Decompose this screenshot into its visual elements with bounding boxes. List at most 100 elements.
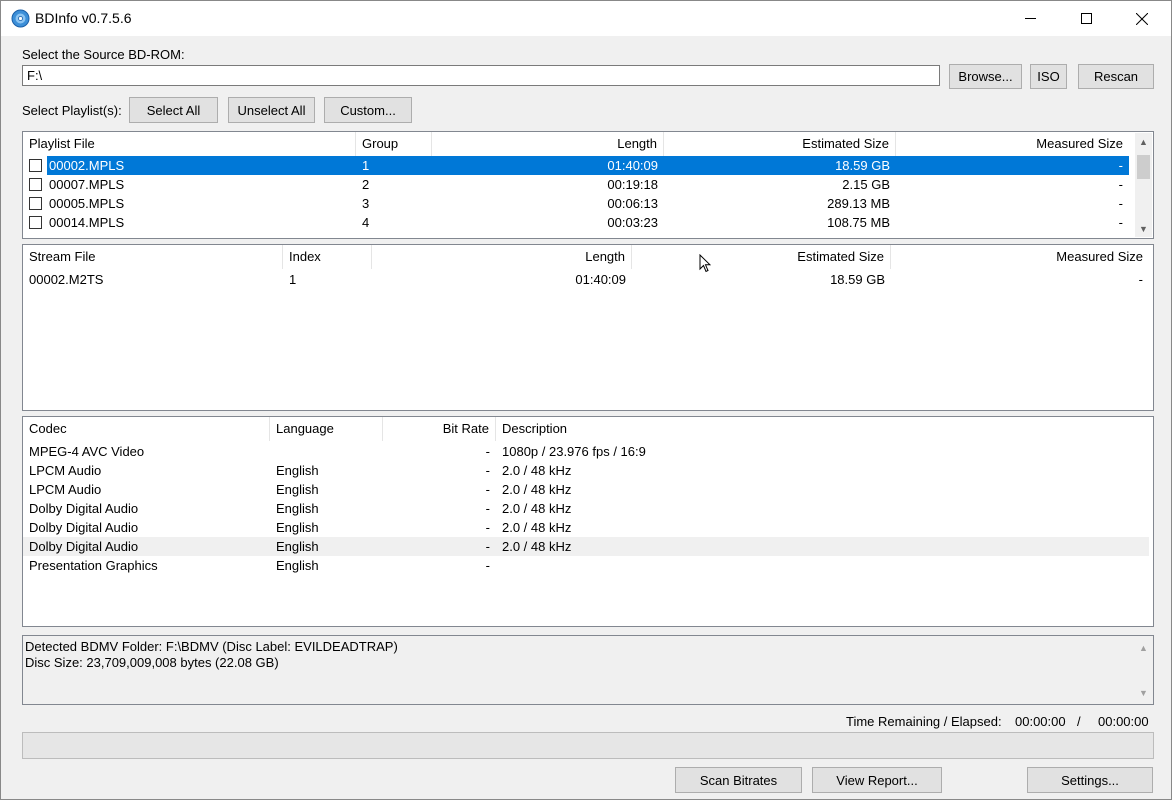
codec-bit-rate: - [485, 520, 490, 535]
codec-row[interactable]: LPCM Audio English - 2.0 / 48 kHz [23, 480, 1149, 499]
stream-row[interactable]: 00002.M2TS 1 01:40:09 18.59 GB - [23, 270, 1149, 289]
codec-language: English [276, 539, 319, 554]
playlist-measured-size: - [1118, 196, 1123, 211]
mouse-cursor-icon [699, 254, 711, 273]
title-bar[interactable]: BDInfo v0.7.5.6 [1, 1, 1171, 36]
column-header-measured-size[interactable]: Measured Size [896, 132, 1129, 156]
playlist-list-header: Playlist File Group Length Estimated Siz… [23, 132, 1133, 156]
column-header-stream-file[interactable]: Stream File [23, 245, 283, 269]
playlist-group: 3 [362, 196, 370, 211]
codec-description [496, 556, 1149, 575]
column-header-index[interactable]: Index [283, 245, 372, 269]
codec-name: Dolby Digital Audio [29, 539, 139, 554]
column-header-group[interactable]: Group [356, 132, 432, 156]
maximize-button[interactable] [1058, 1, 1114, 36]
window-title: BDInfo v0.7.5.6 [35, 10, 132, 26]
codec-language: English [276, 558, 319, 573]
close-button[interactable] [1114, 1, 1170, 36]
scan-bitrates-button[interactable]: Scan Bitrates [675, 767, 802, 793]
playlist-row[interactable]: 00002.MPLS 1 01:40:09 18.59 GB - [23, 156, 1129, 175]
playlist-estimated-size: 108.75 MB [827, 215, 890, 230]
settings-button[interactable]: Settings... [1027, 767, 1153, 793]
column-header-estimated-size[interactable]: Estimated Size [664, 132, 896, 156]
codec-name: Presentation Graphics [29, 558, 158, 573]
status-line-folder: Detected BDMV Folder: F:\BDMV (Disc Labe… [25, 639, 398, 654]
codec-name: LPCM Audio [29, 463, 102, 478]
close-icon [1136, 12, 1148, 25]
codec-language: English [276, 520, 319, 535]
playlist-file: 00014.MPLS [49, 215, 125, 230]
view-report-button[interactable]: View Report... [812, 767, 942, 793]
column-header-estimated-size[interactable]: Estimated Size [632, 245, 891, 269]
column-header-length[interactable]: Length [432, 132, 664, 156]
column-header-length[interactable]: Length [372, 245, 632, 269]
codec-row[interactable]: Dolby Digital Audio English - 2.0 / 48 k… [23, 518, 1149, 537]
codec-description: 2.0 / 48 kHz [502, 520, 572, 535]
stream-length: 01:40:09 [575, 272, 626, 287]
time-elapsed-value: 00:00:00 [1098, 714, 1149, 729]
playlist-measured-size: - [1118, 215, 1123, 230]
column-header-bit-rate[interactable]: Bit Rate [383, 417, 496, 441]
codec-language: English [276, 501, 319, 516]
select-all-button[interactable]: Select All [129, 97, 218, 123]
scroll-thumb[interactable] [1137, 155, 1150, 179]
scroll-up-icon[interactable]: ▲ [1135, 133, 1152, 150]
time-remaining-value: 00:00:00 [1015, 714, 1066, 729]
source-path-input[interactable]: F:\ [22, 65, 940, 86]
disc-app-icon [11, 9, 30, 28]
playlist-checkbox[interactable] [29, 159, 42, 172]
playlist-file: 00007.MPLS [49, 177, 125, 192]
codec-language: English [276, 482, 319, 497]
custom-button[interactable]: Custom... [324, 97, 412, 123]
column-header-language[interactable]: Language [270, 417, 383, 441]
codec-bit-rate: - [485, 444, 490, 459]
playlist-row[interactable]: 00005.MPLS 3 00:06:13 289.13 MB - [23, 194, 1129, 213]
column-header-playlist-file[interactable]: Playlist File [23, 132, 356, 156]
codec-row[interactable]: LPCM Audio English - 2.0 / 48 kHz [23, 461, 1149, 480]
stream-measured-size: - [1138, 272, 1143, 287]
playlist-list[interactable]: Playlist File Group Length Estimated Siz… [22, 131, 1154, 239]
playlist-estimated-size: 289.13 MB [827, 196, 890, 211]
unselect-all-button[interactable]: Unselect All [228, 97, 315, 123]
time-separator: / [1077, 714, 1081, 729]
browse-button[interactable]: Browse... [949, 64, 1022, 89]
column-header-codec[interactable]: Codec [23, 417, 270, 441]
playlist-checkbox[interactable] [29, 216, 42, 229]
stream-estimated-size: 18.59 GB [830, 272, 885, 287]
codec-language: English [276, 463, 319, 478]
codec-row[interactable]: Dolby Digital Audio English - 2.0 / 48 k… [23, 499, 1149, 518]
codec-row[interactable]: Presentation Graphics English - [23, 556, 1149, 575]
playlist-row[interactable]: 00007.MPLS 2 00:19:18 2.15 GB - [23, 175, 1129, 194]
codec-description: 1080p / 23.976 fps / 16:9 [502, 444, 646, 459]
codec-description: 2.0 / 48 kHz [502, 539, 572, 554]
column-header-measured-size[interactable]: Measured Size [891, 245, 1149, 269]
codec-bit-rate: - [485, 539, 490, 554]
stream-index: 1 [289, 272, 297, 287]
bdinfo-window: BDInfo v0.7.5.6 Select the Source BD-ROM… [0, 0, 1172, 800]
playlist-length: 00:19:18 [607, 177, 658, 192]
stream-list[interactable]: Stream File Index Length Estimated Size … [22, 244, 1154, 411]
playlist-checkbox[interactable] [29, 197, 42, 210]
iso-button[interactable]: ISO [1030, 64, 1067, 89]
codec-row[interactable]: Dolby Digital Audio English - 2.0 / 48 k… [23, 537, 1149, 556]
stream-list-header: Stream File Index Length Estimated Size … [23, 245, 1153, 269]
playlist-row[interactable]: 00014.MPLS 4 00:03:23 108.75 MB - [23, 213, 1129, 232]
scroll-up-icon[interactable]: ▲ [1135, 639, 1152, 656]
playlist-length: 00:03:23 [607, 215, 658, 230]
stream-file: 00002.M2TS [29, 272, 104, 287]
codec-description: 2.0 / 48 kHz [502, 501, 572, 516]
playlist-checkbox[interactable] [29, 178, 42, 191]
scroll-down-icon[interactable]: ▼ [1135, 220, 1152, 237]
codec-list[interactable]: Codec Language Bit Rate Description MPEG… [22, 416, 1154, 627]
status-textbox[interactable]: Detected BDMV Folder: F:\BDMV (Disc Labe… [22, 635, 1154, 705]
scroll-down-icon[interactable]: ▼ [1135, 684, 1152, 701]
playlist-group: 4 [362, 215, 370, 230]
codec-row[interactable]: MPEG-4 AVC Video - 1080p / 23.976 fps / … [23, 442, 1149, 461]
minimize-button[interactable] [1002, 1, 1058, 36]
rescan-button[interactable]: Rescan [1078, 64, 1154, 89]
playlist-file: 00002.MPLS [47, 156, 356, 175]
playlist-scrollbar[interactable]: ▲ ▼ [1135, 133, 1152, 237]
playlist-group: 2 [362, 177, 370, 192]
playlist-length: 01:40:09 [432, 156, 664, 175]
column-header-description[interactable]: Description [496, 417, 1149, 441]
